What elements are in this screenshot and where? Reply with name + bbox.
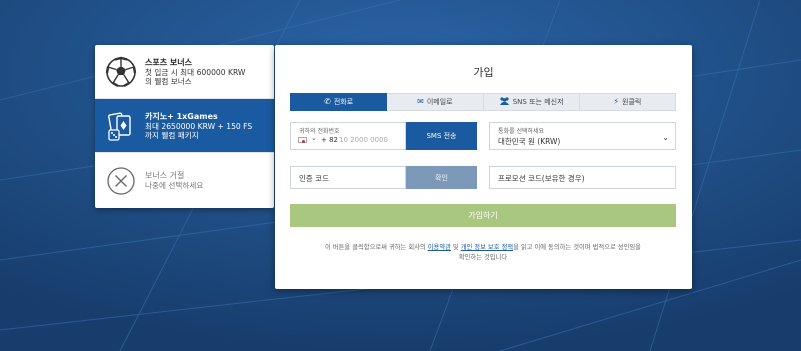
phone-input[interactable] xyxy=(339,135,405,145)
chevron-down-icon[interactable]: ⌄ xyxy=(311,134,317,142)
bonus-desc: 의 웰컴 보너스 xyxy=(145,76,192,86)
terms-text-part: 및 xyxy=(450,244,461,251)
phone-label: 귀하의 전화번호 xyxy=(299,128,340,135)
promo-code-input[interactable] xyxy=(498,173,668,184)
bonus-item-sports[interactable]: 스포츠 보너스 첫 입금 시 최대 600000 KRW 의 웰컴 보너스 xyxy=(95,45,274,99)
bonus-item-casino[interactable]: 카지노+ 1xGames 최대 2650000 KRW + 150 FS 까지 … xyxy=(95,99,274,153)
tab-label: 전화로 xyxy=(333,98,354,106)
bonus-panel: 스포츠 보너스 첫 입금 시 최대 600000 KRW 의 웰컴 보너스 카지… xyxy=(95,45,274,208)
currency-select[interactable]: 통화를 선택하세요 대한민국 원 (KRW) ⌄ xyxy=(489,122,676,150)
confirm-button[interactable]: 확인 xyxy=(406,166,477,189)
phone-field[interactable]: 귀하의 전화번호 ⌄ + 82 xyxy=(290,122,406,150)
terms-text-part: 확인하는 것입니다 xyxy=(458,254,508,261)
tab-label: 원클릭 xyxy=(622,98,642,106)
bonus-item-decline[interactable]: 보너스 거절 나중에 선택하세요 xyxy=(95,153,274,208)
registration-card: 가입 ✆ 전화로 ✉ 이메일로 SNS 또는 메신저 ⚡ 원클릭 귀하의 전화번… xyxy=(275,45,692,289)
korea-flag-icon[interactable] xyxy=(298,137,307,143)
chevron-down-icon: ⌄ xyxy=(662,133,669,142)
page-title: 가입 xyxy=(473,66,494,79)
lightning-icon: ⚡ xyxy=(613,97,620,106)
casino-cards-icon xyxy=(105,110,137,142)
bonus-title: 보너스 거절 xyxy=(145,171,185,180)
currency-label: 통화를 선택하세요 xyxy=(498,128,545,135)
tab-label: 이메일로 xyxy=(426,98,453,106)
tab-social[interactable]: SNS 또는 메신저 xyxy=(483,93,580,111)
signup-button[interactable]: 가입하기 xyxy=(290,204,676,227)
bonus-title: 스포츠 보너스 xyxy=(145,57,192,67)
privacy-policy-link[interactable]: 개인 정보 보호 정책 xyxy=(461,244,513,251)
verification-code-input[interactable] xyxy=(299,173,399,184)
terms-text-part: 을 읽고 이에 동의하는 것이며 법적으로 성인임을 xyxy=(513,244,641,251)
close-circle-icon xyxy=(105,165,137,197)
tab-email[interactable]: ✉ 이메일로 xyxy=(387,93,484,111)
verification-code-field[interactable] xyxy=(290,166,406,189)
tab-one-click[interactable]: ⚡ 원클릭 xyxy=(579,93,676,111)
tab-label: SNS 또는 메신저 xyxy=(512,98,564,106)
send-sms-button[interactable]: SMS 전송 xyxy=(406,122,477,150)
terms-text-part: 이 버튼을 클릭함으로써 귀하는 회사의 xyxy=(325,244,428,251)
bonus-desc: 까지 웰컴 패키지 xyxy=(145,130,199,140)
bonus-desc: 첫 입금 시 최대 600000 KRW xyxy=(145,67,246,77)
bonus-desc: 최대 2650000 KRW + 150 FS xyxy=(145,121,253,131)
tab-phone[interactable]: ✆ 전화로 xyxy=(290,93,388,111)
bonus-desc: 나중에 선택하세요 xyxy=(145,181,204,190)
users-icon xyxy=(499,97,510,107)
currency-value: 대한민국 원 (KRW) xyxy=(498,137,561,146)
soccer-ball-icon xyxy=(105,56,137,88)
terms-of-use-link[interactable]: 이용약관 xyxy=(428,244,451,251)
envelope-icon: ✉ xyxy=(417,97,424,106)
terms-text: 이 버튼을 클릭함으로써 귀하는 회사의 이용약관 및 개인 정보 보호 정책을… xyxy=(290,243,676,263)
promo-code-field[interactable] xyxy=(489,166,676,189)
phone-icon: ✆ xyxy=(324,97,331,106)
bonus-title: 카지노+ 1xGames xyxy=(145,111,218,121)
country-code: + 82 xyxy=(321,136,338,144)
registration-tabs: ✆ 전화로 ✉ 이메일로 SNS 또는 메신저 ⚡ 원클릭 xyxy=(290,93,676,111)
